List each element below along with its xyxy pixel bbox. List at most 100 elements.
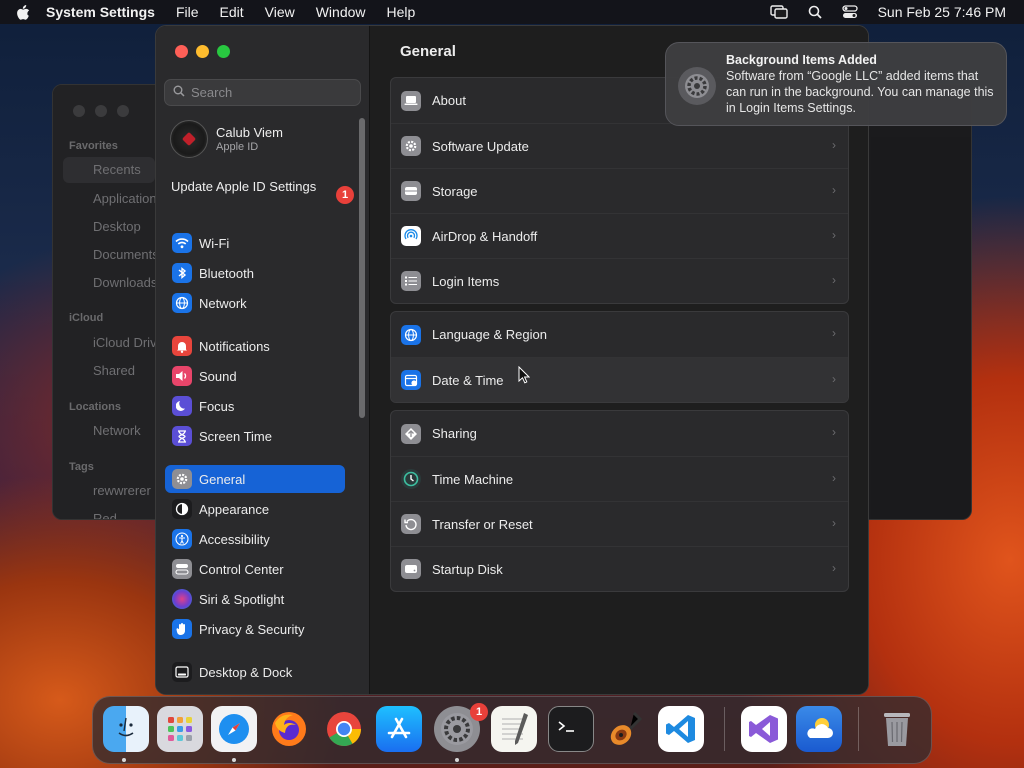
sidebar-item-label: Accessibility <box>199 531 270 547</box>
dock-visual-studio-icon[interactable] <box>741 706 787 752</box>
finder-item-recents[interactable]: Recents <box>63 157 155 183</box>
apple-menu-icon[interactable] <box>0 3 46 20</box>
drive-icon <box>401 181 421 201</box>
account-name: Calub Viem <box>216 125 283 140</box>
row-language-region[interactable]: Language & Region › <box>391 312 848 357</box>
control-center-menu-icon[interactable] <box>841 5 858 19</box>
finder-item-documents[interactable]: Documents <box>93 247 159 262</box>
finder-item-icloud-drive[interactable]: iCloud Drive <box>93 335 164 350</box>
siri-icon <box>172 589 192 609</box>
screen-mirroring-icon[interactable] <box>769 5 788 19</box>
system-settings-gear-icon <box>678 67 716 105</box>
menu-file[interactable]: File <box>176 4 199 20</box>
chevron-right-icon: › <box>832 471 836 485</box>
finder-item-tag-red[interactable]: Red <box>93 511 117 519</box>
app-name-menu[interactable]: System Settings <box>46 4 155 20</box>
dock-app-store-icon[interactable] <box>376 706 422 752</box>
dock-launchpad-icon[interactable] <box>157 706 203 752</box>
sidebar-item-control-center[interactable]: Control Center <box>165 555 345 583</box>
chevron-right-icon: › <box>832 561 836 575</box>
sidebar-item-screen-time[interactable]: Screen Time <box>165 422 345 450</box>
dock-finder-icon[interactable] <box>103 706 149 752</box>
row-transfer-reset[interactable]: Transfer or Reset › <box>391 501 848 546</box>
finder-item-shared[interactable]: Shared <box>93 363 135 378</box>
avatar <box>170 120 208 158</box>
bluetooth-icon <box>172 263 192 283</box>
dock-running-indicator <box>455 758 459 762</box>
notification-banner[interactable]: Background Items Added Software from “Go… <box>665 42 1007 126</box>
notification-title: Background Items Added <box>726 53 877 67</box>
zoom-button[interactable] <box>217 45 230 58</box>
finder-item-desktop[interactable]: Desktop <box>93 219 141 234</box>
row-date-time[interactable]: Date & Time › <box>391 357 848 402</box>
dock-vscode-icon[interactable] <box>658 706 704 752</box>
sidebar-item-label: Bluetooth <box>199 265 254 281</box>
sidebar-item-general[interactable]: General <box>165 465 345 493</box>
row-software-update[interactable]: Software Update › <box>391 123 848 168</box>
sidebar-item-accessibility[interactable]: Accessibility <box>165 525 345 553</box>
finder-item-network[interactable]: Network <box>93 423 141 438</box>
dock-separator <box>858 707 859 751</box>
menu-view[interactable]: View <box>265 4 295 20</box>
menu-edit[interactable]: Edit <box>220 4 244 20</box>
sidebar-item-desktop-dock[interactable]: Desktop & Dock <box>165 658 345 686</box>
menu-help[interactable]: Help <box>387 4 416 20</box>
menubar-clock[interactable]: Sun Feb 25 7:46 PM <box>878 4 1006 20</box>
search-icon <box>173 84 185 102</box>
finder-content <box>871 137 971 519</box>
dock-textedit-icon[interactable] <box>491 706 537 752</box>
control-center-icon <box>172 559 192 579</box>
spotlight-search-icon[interactable] <box>808 5 822 19</box>
sidebar-scrollbar[interactable] <box>359 118 365 418</box>
dock-garageband-icon[interactable] <box>603 706 649 752</box>
dock-safari-icon[interactable] <box>211 706 257 752</box>
dock-chrome-icon[interactable] <box>321 706 367 752</box>
sidebar-item-bluetooth[interactable]: Bluetooth <box>165 259 345 287</box>
wifi-icon <box>172 233 192 253</box>
sidebar-item-label: Desktop & Dock <box>199 664 293 680</box>
sidebar-item-label: Appearance <box>199 501 270 517</box>
row-label: Startup Disk <box>432 561 503 577</box>
hourglass-icon <box>172 426 192 446</box>
dock-terminal-icon[interactable] <box>548 706 594 752</box>
row-label: Time Machine <box>432 471 514 487</box>
sidebar-item-sound[interactable]: Sound <box>165 362 345 390</box>
page-title: General <box>400 43 456 60</box>
row-label: Sharing <box>432 426 477 441</box>
apple-id-account[interactable]: Calub Viem Apple ID <box>170 120 283 158</box>
sidebar-item-focus[interactable]: Focus <box>165 392 345 420</box>
dock-trash-icon[interactable] <box>874 706 920 752</box>
row-startup-disk[interactable]: Startup Disk › <box>391 546 848 591</box>
row-time-machine[interactable]: Time Machine › <box>391 456 848 501</box>
sidebar-item-wifi[interactable]: Wi-Fi <box>165 229 345 257</box>
search-input[interactable] <box>191 85 351 100</box>
sidebar-item-privacy-security[interactable]: Privacy & Security <box>165 615 345 643</box>
row-login-items[interactable]: Login Items › <box>391 258 848 303</box>
globe-icon <box>401 324 421 345</box>
minimize-button[interactable] <box>196 45 209 58</box>
search-field[interactable] <box>164 79 361 106</box>
finder-section-tags: Tags <box>69 461 94 473</box>
hand-icon <box>172 619 192 639</box>
sidebar-item-label: General <box>199 471 246 487</box>
menu-window[interactable]: Window <box>316 4 366 20</box>
sidebar-item-appearance[interactable]: Appearance <box>165 495 345 523</box>
sidebar-item-label: Sound <box>199 368 237 384</box>
row-airdrop-handoff[interactable]: AirDrop & Handoff › <box>391 213 848 258</box>
sidebar-item-notifications[interactable]: Notifications <box>165 332 345 360</box>
sidebar-item-label: Control Center <box>199 561 284 577</box>
dock-firefox-icon[interactable] <box>266 706 312 752</box>
sidebar-item-siri-spotlight[interactable]: Siri & Spotlight <box>165 585 345 613</box>
finder-item-downloads[interactable]: Downloads <box>93 275 157 290</box>
sidebar-item-network[interactable]: Network <box>165 289 345 317</box>
update-apple-id-settings[interactable]: Update Apple ID Settings 1 <box>171 179 354 204</box>
dock-weather-icon[interactable] <box>796 706 842 752</box>
row-sharing[interactable]: Sharing › <box>391 411 848 456</box>
chevron-right-icon: › <box>832 228 836 242</box>
finder-item-applications[interactable]: Applications <box>93 191 163 206</box>
row-storage[interactable]: Storage › <box>391 168 848 213</box>
sidebar-item-label: Focus <box>199 398 235 414</box>
close-button[interactable] <box>175 45 188 58</box>
finder-item-tag-rewwrerer[interactable]: rewwrerer <box>93 483 151 498</box>
sidebar-item-label: Siri & Spotlight <box>199 591 285 607</box>
